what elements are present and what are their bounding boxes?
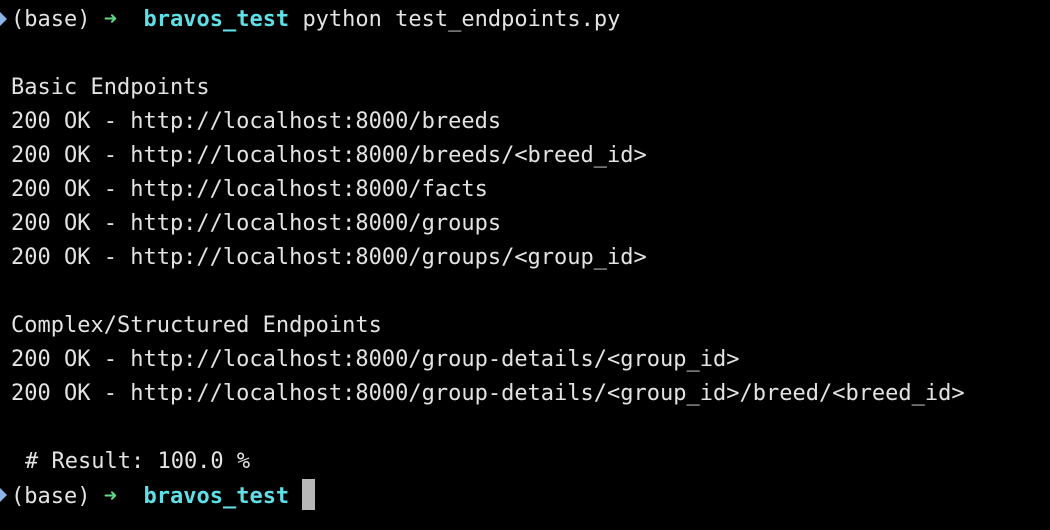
- prompt-line: (base) ➜ bravos_test python test_endpoin…: [0, 3, 1050, 37]
- output-line: 200 OK - http://localhost:8000/breeds/<b…: [11, 143, 647, 168]
- output-line: 200 OK - http://localhost:8000/facts: [11, 177, 488, 202]
- terminal-window[interactable]: (base) ➜ bravos_test python test_endpoin…: [0, 0, 1050, 530]
- conda-env-label: (base): [11, 7, 91, 32]
- output-line: 200 OK - http://localhost:8000/groups: [11, 211, 502, 236]
- prompt-arrow-icon: ➜: [103, 484, 117, 509]
- prompt-line[interactable]: (base) ➜ bravos_test: [0, 479, 1050, 513]
- command-text: python test_endpoints.py: [302, 7, 621, 32]
- section-title: Basic Endpoints: [11, 75, 210, 100]
- output-line: 200 OK - http://localhost:8000/breeds: [11, 109, 502, 134]
- output-line: 200 OK - http://localhost:8000/group-det…: [11, 347, 740, 372]
- current-directory: bravos_test: [143, 484, 290, 509]
- output-line: 200 OK - http://localhost:8000/groups/<g…: [11, 245, 647, 270]
- current-directory: bravos_test: [143, 7, 290, 32]
- section-title: Complex/Structured Endpoints: [11, 313, 382, 338]
- prompt-marker-icon: [0, 12, 7, 26]
- conda-env-label: (base): [11, 484, 91, 509]
- prompt-marker-icon: [0, 488, 7, 502]
- output-line: 200 OK - http://localhost:8000/group-det…: [11, 381, 965, 406]
- prompt-arrow-icon: ➜: [103, 7, 117, 32]
- text-cursor[interactable]: [302, 479, 316, 510]
- result-line: # Result: 100.0 %: [25, 449, 251, 474]
